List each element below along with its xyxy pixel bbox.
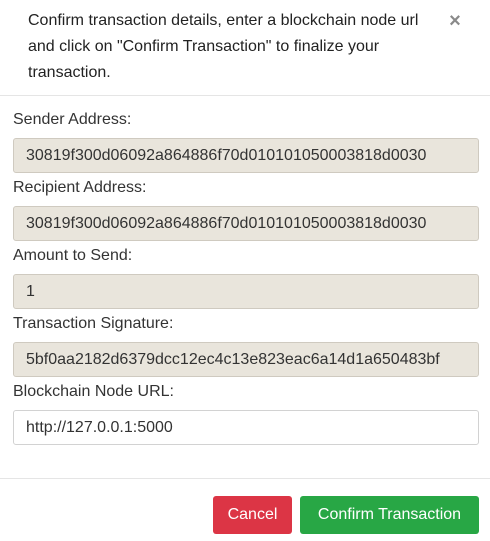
- sender-address-field[interactable]: [13, 138, 479, 173]
- amount-field[interactable]: [13, 274, 479, 309]
- node-url-label: Blockchain Node URL:: [13, 383, 174, 400]
- modal-body: Sender Address: Recipient Address: Amoun…: [0, 96, 490, 445]
- sender-address-label: Sender Address:: [13, 111, 132, 128]
- signature-row: Transaction Signature:: [13, 314, 479, 377]
- close-icon[interactable]: ×: [442, 8, 468, 34]
- confirm-transaction-button[interactable]: Confirm Transaction: [300, 496, 479, 534]
- sender-address-row: Sender Address:: [13, 110, 479, 173]
- modal-title: Confirm transaction details, enter a blo…: [28, 12, 419, 81]
- confirm-transaction-modal: Confirm transaction details, enter a blo…: [0, 0, 490, 541]
- recipient-address-field[interactable]: [13, 206, 479, 241]
- cancel-button[interactable]: Cancel: [213, 496, 292, 534]
- recipient-address-label: Recipient Address:: [13, 179, 147, 196]
- amount-row: Amount to Send:: [13, 246, 479, 309]
- signature-label: Transaction Signature:: [13, 315, 174, 332]
- node-url-input[interactable]: [13, 410, 479, 445]
- modal-footer: Cancel Confirm Transaction: [0, 478, 490, 541]
- modal-header: Confirm transaction details, enter a blo…: [0, 0, 490, 96]
- recipient-address-row: Recipient Address:: [13, 178, 479, 241]
- signature-field[interactable]: [13, 342, 479, 377]
- node-url-row: Blockchain Node URL:: [13, 382, 479, 445]
- amount-label: Amount to Send:: [13, 247, 133, 264]
